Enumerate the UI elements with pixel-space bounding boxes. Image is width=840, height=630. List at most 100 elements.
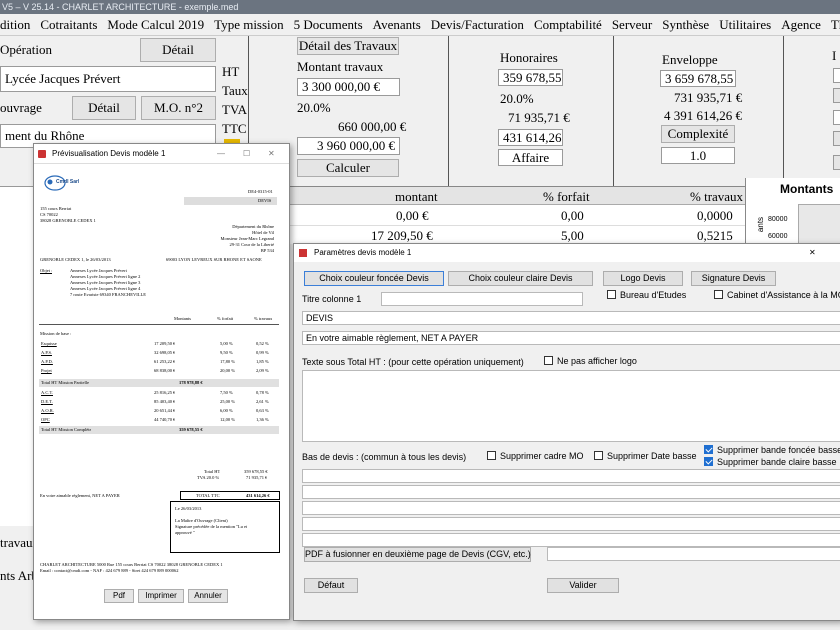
- operation-detail-button[interactable]: Détail: [140, 38, 216, 62]
- bureau-etudes-checkbox[interactable]: Bureau d'Etudes: [607, 290, 686, 300]
- cabinet-checkbox[interactable]: Cabinet d'Assistance à la MO: [714, 290, 840, 300]
- bas-devis-label: Bas de devis : (commun à tous les devis): [302, 452, 467, 462]
- bas-devis-field-1[interactable]: [302, 469, 840, 483]
- couleur-foncee-button[interactable]: Choix couleur foncée Devis: [304, 271, 444, 286]
- menu-theme[interactable]: Thème: [831, 14, 840, 35]
- close-icon[interactable]: ✕: [268, 144, 275, 164]
- signature-box: Le 26/03/2013 La Maître d'Ouvrage (Clien…: [170, 501, 280, 553]
- far-field-1[interactable]: [833, 68, 840, 83]
- left-list: [0, 186, 33, 526]
- minimize-icon[interactable]: —: [217, 144, 225, 164]
- menu-bar: dition Cotraitants Mode Calcul 2019 Type mi…: [0, 14, 840, 36]
- honoraires-ttc-field[interactable]: 431 614,26 €: [498, 129, 563, 146]
- titre-colonne-field[interactable]: [381, 292, 583, 306]
- checkbox-checked-icon: [704, 457, 713, 466]
- doc-cell: 17,80 %: [220, 359, 235, 364]
- suppr-claire-checkbox[interactable]: Supprimer bande claire basse: [704, 457, 837, 467]
- sig-line: approuvé ": [175, 530, 195, 535]
- bas-devis-field-3[interactable]: [302, 501, 840, 515]
- affaire-button[interactable]: Affaire: [498, 149, 563, 166]
- detail-travaux-button[interactable]: Détail des Travaux: [297, 37, 399, 55]
- checkbox-icon: [607, 290, 616, 299]
- menu-serveur[interactable]: Serveur: [612, 14, 652, 35]
- doc-cell: OPC: [41, 417, 50, 422]
- imprimer-button[interactable]: Imprimer: [138, 589, 184, 603]
- objet-line: 7 route Evariste 69340 FRANCHEVILLE: [70, 292, 146, 297]
- bas-devis-field-4[interactable]: [302, 517, 840, 531]
- menu-agence[interactable]: Agence: [781, 14, 821, 35]
- table-cell: 0,00: [561, 208, 584, 223]
- maximize-icon[interactable]: ☐: [243, 144, 250, 164]
- suppr-date-label: Supprimer Date basse: [607, 451, 697, 461]
- chart-tick: 80000: [768, 216, 788, 223]
- checkbox-icon: [594, 451, 603, 460]
- menu-avenants[interactable]: Avenants: [373, 14, 421, 35]
- address-line: 38028 GRENOBLE CEDEX 1: [40, 218, 96, 223]
- enveloppe-ht-field[interactable]: 3 659 678,55 €: [660, 70, 736, 87]
- doc-cell: 25 816,25 €: [154, 390, 176, 395]
- doc-col-forfait: % forfait: [217, 316, 234, 321]
- sig-lines: Le 26/03/2013 La Maître d'Ouvrage (Clien…: [175, 506, 247, 536]
- doc-footer-2: Email : contact@cmdi.com - NAF : 424 679…: [40, 568, 179, 573]
- devis-field[interactable]: DEVIS: [302, 311, 840, 325]
- devis-label: DEVIS: [258, 198, 272, 203]
- menu-comptabilite[interactable]: Comptabilité: [534, 14, 602, 35]
- pdf-fusion-button[interactable]: PDF à fusionner en deuxième page de Devi…: [304, 547, 531, 562]
- bas-devis-field-5[interactable]: [302, 533, 840, 547]
- doc-cell: 2,61 %: [256, 399, 269, 404]
- logo-devis-button[interactable]: Logo Devis: [603, 271, 683, 286]
- objet-lines: Annexes Lycée Jacques Prévert Annexes Lyc…: [70, 268, 146, 298]
- menu-synthese[interactable]: Synthèse: [662, 14, 709, 35]
- annuler-button[interactable]: Annuler: [188, 589, 228, 603]
- ouvrage-detail-button[interactable]: Détail: [72, 96, 136, 120]
- enveloppe-title: Enveloppe: [662, 52, 718, 67]
- complexite-field[interactable]: 1.0: [661, 147, 735, 164]
- pdf-button[interactable]: Pdf: [104, 589, 134, 603]
- montant-ttc-field[interactable]: 3 960 000,00 €: [297, 137, 400, 155]
- reglement-field[interactable]: En votre aimable règlement, NET A PAYER: [302, 331, 840, 345]
- menu-mode-calcul[interactable]: Mode Calcul 2019: [107, 14, 204, 35]
- doc-cell: A.O.R.: [41, 408, 54, 413]
- close-icon[interactable]: ✕: [809, 244, 816, 262]
- menu-devis-facturation[interactable]: Devis/Facturation: [431, 14, 524, 35]
- pdf-fusion-field[interactable]: [547, 547, 840, 561]
- bas-devis-field-2[interactable]: [302, 485, 840, 499]
- doc-total1-value: 178 978,88 €: [179, 380, 203, 385]
- agency-address: 155 cours Berriat CS 70022 38028 GRENOBLE …: [40, 206, 96, 224]
- col-forfait: % forfait: [543, 189, 590, 204]
- doc-cell: 6,00 %: [220, 408, 233, 413]
- montant-ht-field[interactable]: 3 300 000,00 €: [297, 78, 400, 96]
- doc-cell: Projet: [41, 368, 52, 373]
- mo2-button[interactable]: M.O. n°2: [141, 96, 216, 120]
- far-field-2[interactable]: [833, 110, 840, 125]
- calculer-button[interactable]: Calculer: [297, 159, 399, 177]
- menu-type-mission[interactable]: Type mission: [214, 14, 284, 35]
- far-button-2[interactable]: [833, 131, 840, 146]
- operation-field[interactable]: Lycée Jacques Prévert: [0, 66, 216, 92]
- params-window: Paramètres devis modèle 1 ✕ Choix couleu…: [293, 243, 840, 621]
- menu-documents[interactable]: 5 Documents: [294, 14, 363, 35]
- doc-cell: 32 698,05 €: [154, 350, 176, 355]
- complexite-button[interactable]: Complexité: [661, 125, 735, 143]
- montant-travaux-label: Montant travaux: [297, 59, 384, 74]
- suppr-date-checkbox[interactable]: Supprimer Date basse: [594, 451, 697, 461]
- signature-devis-button[interactable]: Signature Devis: [691, 271, 776, 286]
- honoraires-ht-field[interactable]: 359 678,55 €: [498, 69, 563, 86]
- far-button-1[interactable]: [833, 88, 840, 103]
- ne-pas-logo-checkbox[interactable]: Ne pas afficher logo: [544, 356, 637, 366]
- suppr-cadre-checkbox[interactable]: Supprimer cadre MO: [487, 451, 584, 461]
- texte-sous-area[interactable]: [302, 370, 840, 442]
- valider-button[interactable]: Valider: [547, 578, 619, 593]
- defaut-button[interactable]: Défaut: [304, 578, 358, 593]
- menu-edition[interactable]: dition: [0, 14, 30, 35]
- suppr-fonce-checkbox[interactable]: Supprimer bande foncée basse: [704, 445, 840, 455]
- couleur-claire-button[interactable]: Choix couleur claire Devis: [448, 271, 593, 286]
- far-button-3[interactable]: [833, 155, 840, 170]
- doc-cell: 44 740,70 €: [154, 417, 176, 422]
- table-cell: 17 209,50 €: [371, 228, 433, 243]
- menu-cotraitants[interactable]: Cotraitants: [40, 14, 97, 35]
- table-header: [250, 187, 745, 205]
- table-cell: 0,00 €: [396, 208, 429, 223]
- honoraires-tva: 71 935,71 €: [508, 110, 570, 125]
- menu-utilitaires[interactable]: Utilitaires: [719, 14, 771, 35]
